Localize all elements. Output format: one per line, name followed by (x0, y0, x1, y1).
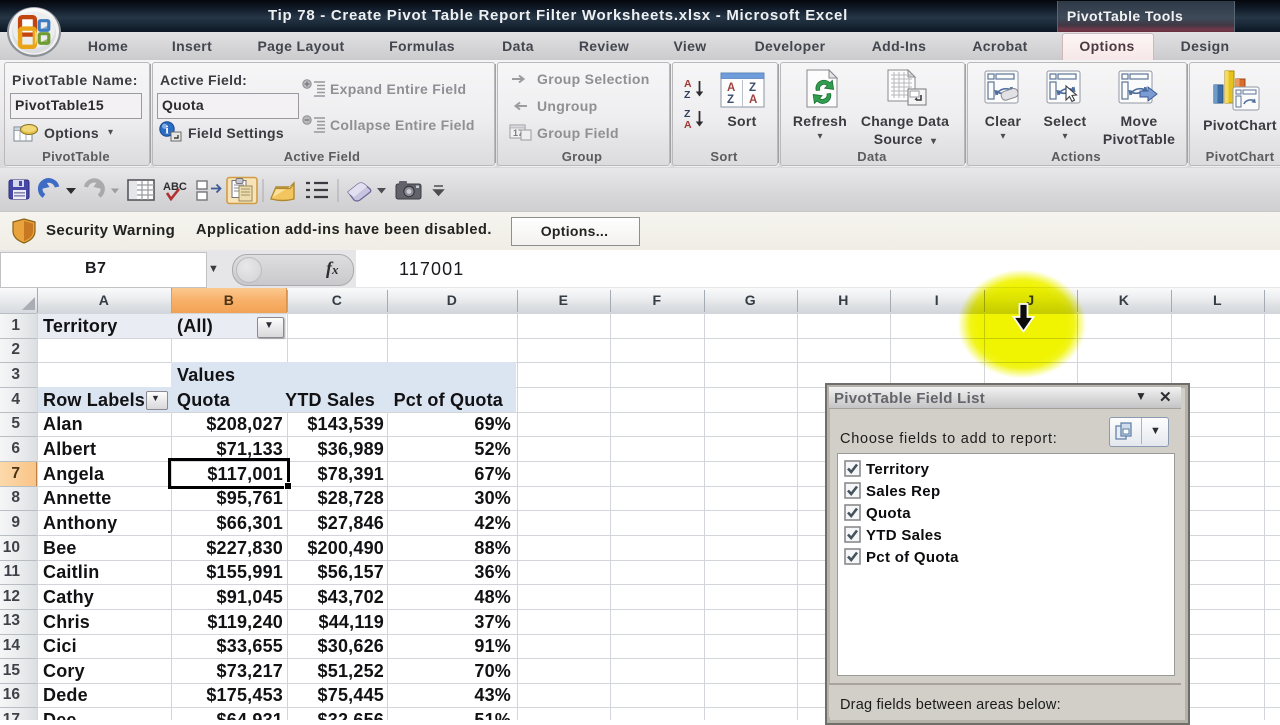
svg-text:A: A (749, 94, 757, 106)
svg-text:Z: Z (749, 82, 756, 94)
svg-text:A: A (727, 82, 735, 94)
svg-text:Z: Z (727, 94, 734, 106)
svg-text:ABC: ABC (163, 181, 187, 193)
svg-text:A: A (684, 119, 692, 130)
svg-text:Z: Z (684, 89, 691, 100)
